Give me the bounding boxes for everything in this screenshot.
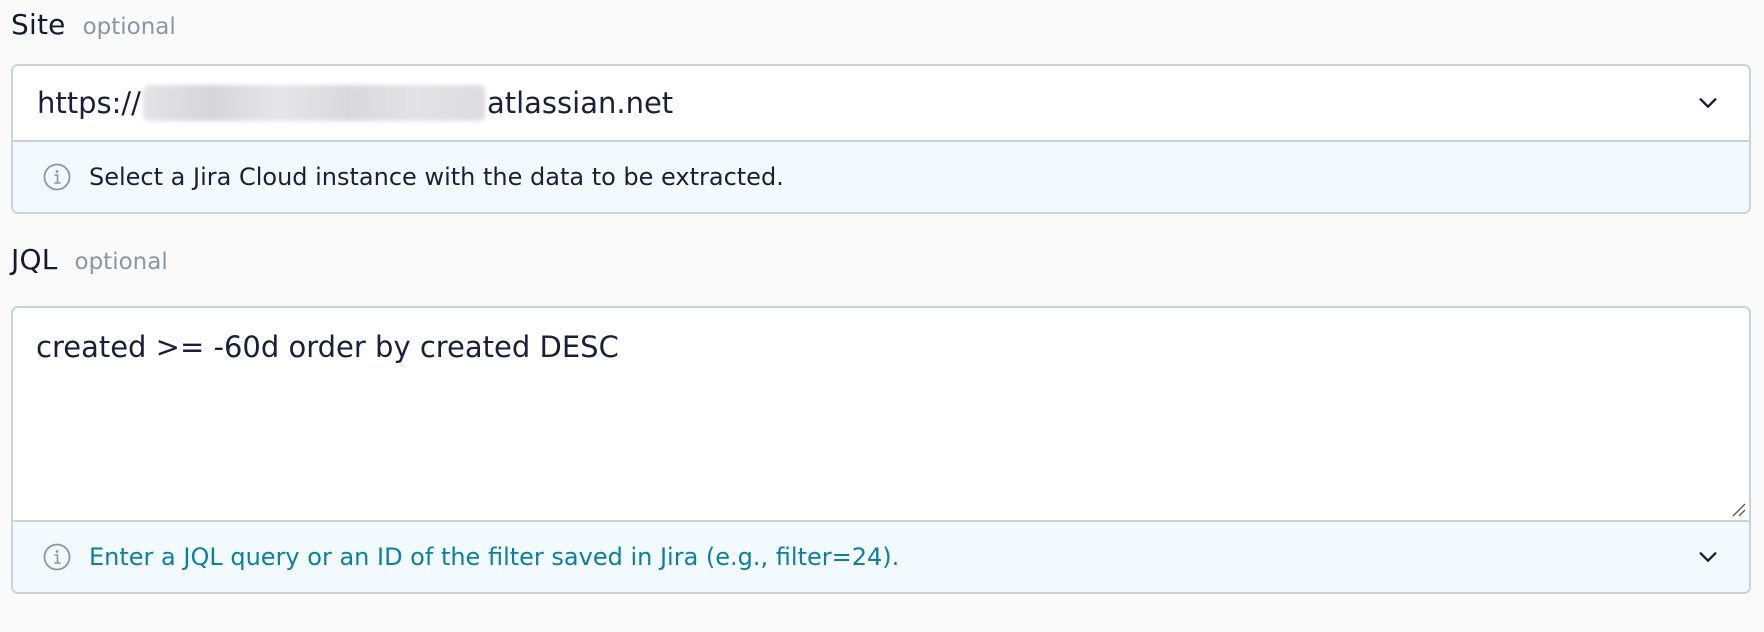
resize-handle-icon[interactable] (1730, 501, 1746, 517)
site-field-group: Site optional https:// atlassian.net Sel… (11, 0, 1751, 214)
site-url-suffix: atlassian.net (486, 86, 674, 120)
jql-hint[interactable]: Enter a JQL query or an ID of the filter… (13, 520, 1749, 592)
site-select[interactable]: https:// atlassian.net (13, 66, 1749, 140)
jql-label-row: JQL optional (11, 243, 1751, 291)
site-label: Site (11, 8, 66, 41)
site-hint: Select a Jira Cloud instance with the da… (13, 140, 1749, 212)
jql-query-input[interactable]: created >= -60d order by created DESC (13, 308, 1749, 520)
info-icon (43, 163, 71, 191)
jql-textarea-wrap: created >= -60d order by created DESC (13, 308, 1749, 520)
jql-field-group: JQL optional created >= -60d order by cr… (11, 243, 1751, 594)
site-url-prefix: https:// (37, 86, 141, 120)
site-hint-text: Select a Jira Cloud instance with the da… (89, 163, 784, 191)
site-select-value: https:// atlassian.net (37, 85, 673, 121)
jql-label: JQL (11, 243, 58, 276)
site-optional-tag: optional (82, 14, 176, 40)
site-field-box: https:// atlassian.net Select a Jira Clo… (11, 64, 1751, 214)
jql-field-box: created >= -60d order by created DESC En… (11, 306, 1751, 594)
chevron-down-icon[interactable] (1697, 92, 1719, 114)
info-icon (43, 543, 71, 571)
blurred-hostname (142, 85, 485, 121)
site-label-row: Site optional (11, 0, 1751, 42)
chevron-down-icon[interactable] (1697, 546, 1719, 568)
jql-hint-text: Enter a JQL query or an ID of the filter… (89, 543, 900, 571)
jql-optional-tag: optional (74, 249, 168, 275)
jira-source-settings: Site optional https:// atlassian.net Sel… (0, 0, 1764, 632)
